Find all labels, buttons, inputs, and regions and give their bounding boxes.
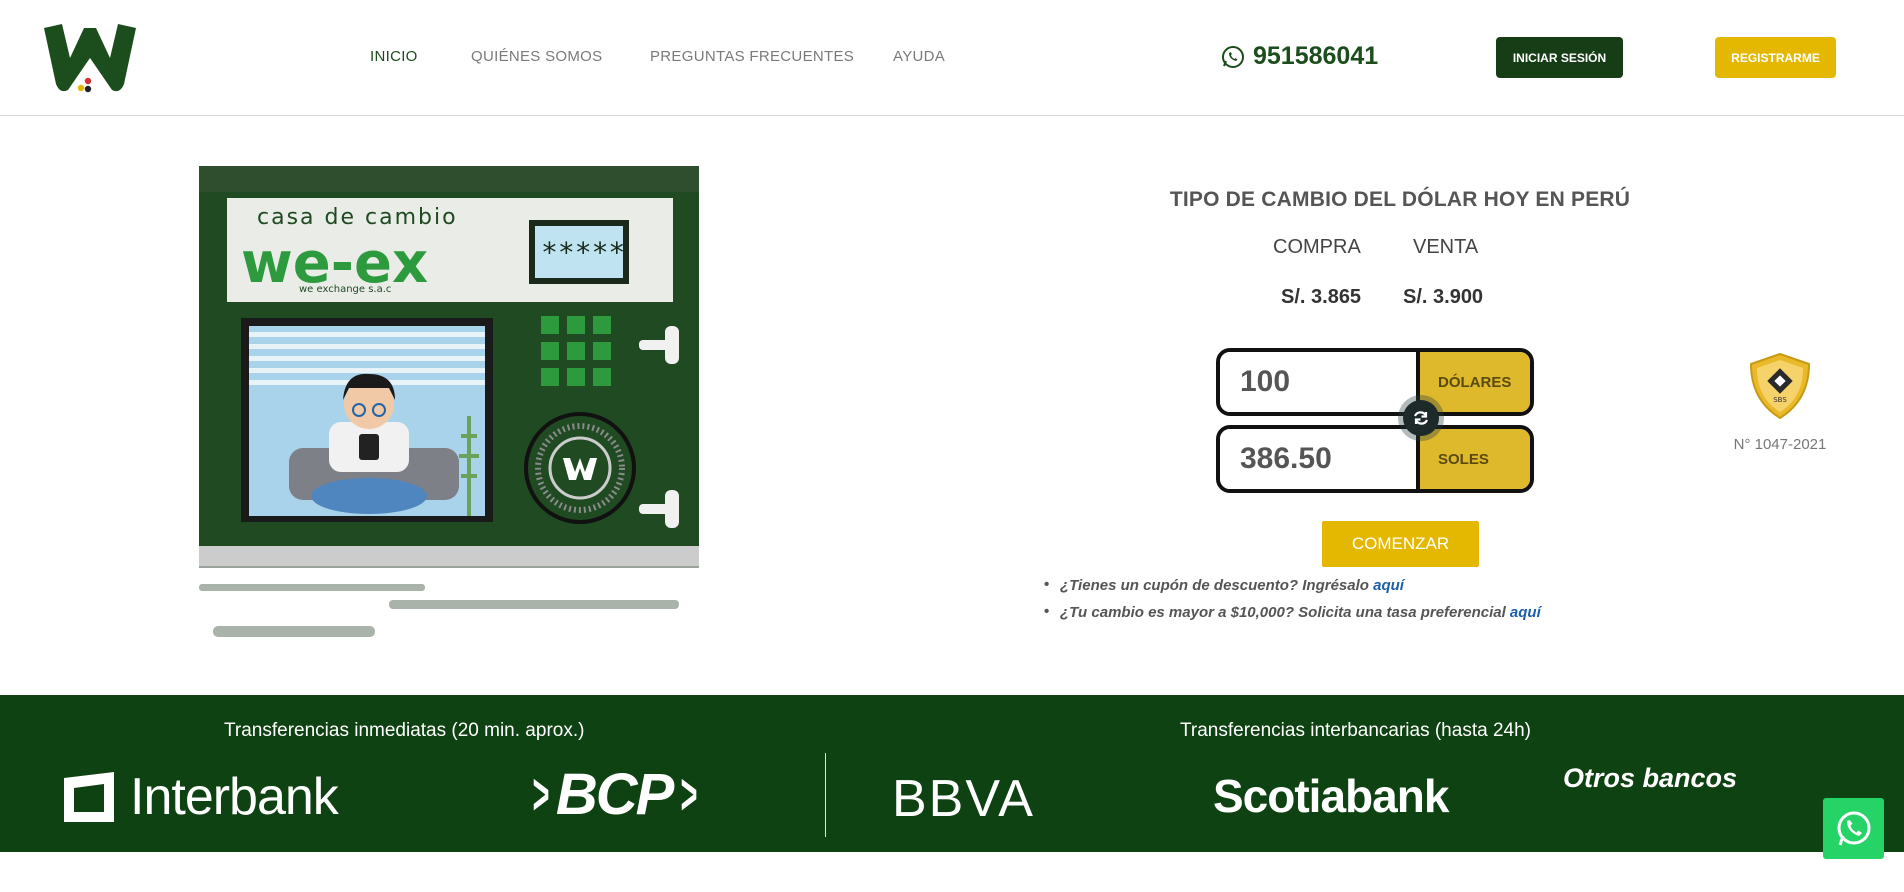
- coupon-link[interactable]: aquí: [1373, 577, 1404, 594]
- banks-footer: Transferencias inmediatas (20 min. aprox…: [0, 695, 1904, 852]
- sign-we-exchange: we exchange s.a.c: [299, 284, 391, 295]
- sbs-seal-text: SBS: [1773, 396, 1787, 404]
- coupon-note-text: ¿Tienes un cupón de descuento? Ingrésalo: [1060, 577, 1374, 594]
- preferential-note-text: ¿Tu cambio es mayor a $10,000? Solicita …: [1060, 604, 1510, 621]
- site-header: INICIO QUIÉNES SOMOS PREGUNTAS FRECUENTE…: [0, 0, 1904, 116]
- sign-casa-de-cambio: casa de cambio: [257, 205, 458, 230]
- buy-rate: S/. 3.865: [1281, 286, 1362, 308]
- sell-label: VENTA: [1413, 236, 1479, 258]
- swap-arrows-icon: [1413, 411, 1429, 425]
- receive-currency-select[interactable]: SOLES: [1416, 429, 1530, 489]
- receive-amount-input[interactable]: 386.50: [1220, 429, 1416, 489]
- sell-rate: S/. 3.900: [1403, 286, 1484, 308]
- rates-title: TIPO DE CAMBIO DEL DÓLAR HOY EN PERÚ: [1169, 188, 1631, 211]
- preferential-note: ¿Tu cambio es mayor a $10,000? Solicita …: [1044, 603, 1541, 621]
- nav-inicio[interactable]: INICIO: [370, 48, 418, 65]
- bcp-logo: > BCP >: [531, 762, 697, 827]
- screen-stars: *****: [541, 236, 625, 269]
- send-amount-row: 100 DÓLARES: [1216, 348, 1534, 416]
- nav-ayuda[interactable]: AYUDA: [893, 48, 945, 65]
- nav-preguntas-frecuentes[interactable]: PREGUNTAS FRECUENTES: [650, 48, 854, 65]
- buy-label: COMPRA: [1273, 236, 1361, 258]
- promo-notes: ¿Tienes un cupón de descuento? Ingrésalo…: [1044, 576, 1541, 631]
- coupon-note: ¿Tienes un cupón de descuento? Ingrésalo…: [1044, 576, 1541, 594]
- whatsapp-icon: [1837, 811, 1870, 845]
- we-ex-logo[interactable]: [40, 18, 140, 98]
- bbva-logo: BBVA: [892, 770, 1035, 828]
- whatsapp-chat-button[interactable]: [1823, 798, 1884, 859]
- interbank-name: Interbank: [130, 768, 339, 826]
- interbank-transfer-caption: Transferencias interbancarias (hasta 24h…: [1180, 720, 1531, 741]
- scotiabank-logo: Scotiabank: [1213, 770, 1449, 822]
- preferential-rate-link[interactable]: aquí: [1510, 604, 1541, 621]
- whatsapp-icon: [1222, 45, 1244, 68]
- footer-divider: [825, 753, 826, 837]
- sbs-registration: N° 1047-2021: [1733, 436, 1827, 453]
- phone-number: 951586041: [1253, 42, 1379, 70]
- phone-contact[interactable]: 951586041: [1221, 42, 1378, 71]
- register-button[interactable]: REGISTRARME: [1715, 37, 1836, 78]
- other-banks-label: Otros bancos: [1563, 763, 1738, 793]
- interbank-logo: Interbank: [62, 767, 339, 827]
- bcp-name: BCP: [555, 762, 674, 827]
- sbs-shield-icon: SBS: [1749, 352, 1811, 420]
- receive-amount-row: 386.50 SOLES: [1216, 425, 1534, 493]
- immediate-transfer-caption: Transferencias inmediatas (20 min. aprox…: [224, 720, 585, 741]
- swap-currency-button[interactable]: [1403, 400, 1439, 436]
- exchange-house-illustration: casa de cambio we-ex we exchange s.a.c *…: [199, 166, 699, 637]
- nav-quienes-somos[interactable]: QUIÉNES SOMOS: [471, 48, 602, 65]
- login-button[interactable]: INICIAR SESIÓN: [1496, 37, 1623, 78]
- send-amount-input[interactable]: 100: [1220, 352, 1416, 412]
- send-currency-select[interactable]: DÓLARES: [1416, 352, 1530, 412]
- start-button[interactable]: COMENZAR: [1322, 521, 1479, 567]
- interbank-mark-icon: [64, 772, 114, 822]
